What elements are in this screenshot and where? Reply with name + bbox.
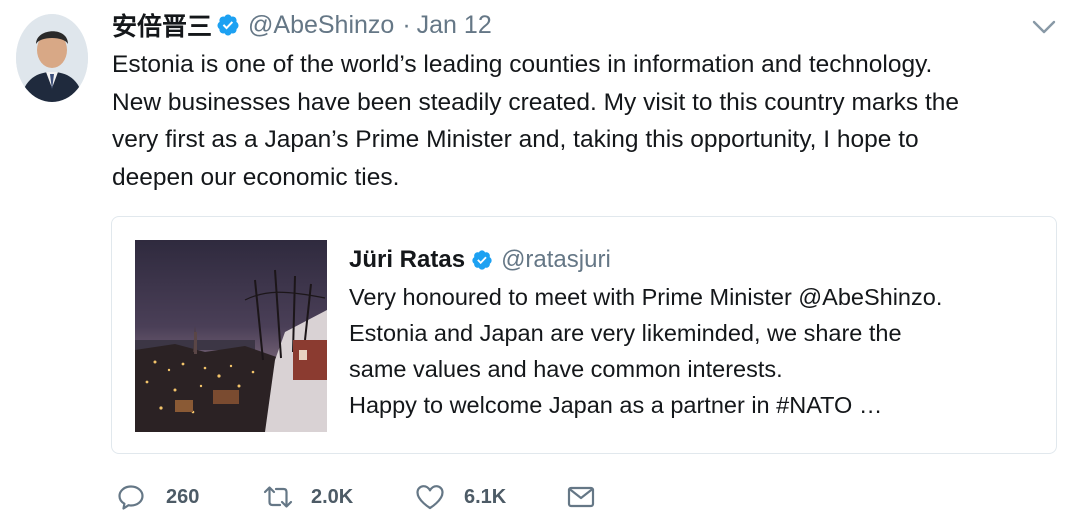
verified-badge-icon — [472, 250, 492, 270]
quoted-tweet-header: Jüri Ratas @ratasjuri — [349, 243, 611, 277]
avatar-image — [16, 14, 88, 102]
night-city-photo — [135, 240, 327, 432]
tweet-text-line: Estonia is one of the world’s leading co… — [112, 51, 933, 78]
like-count: 6.1K — [464, 485, 507, 508]
quoted-tweet[interactable]: Jüri Ratas @ratasjuri Very honoured to m… — [111, 216, 1057, 454]
retweet-button[interactable]: 2.0K — [261, 482, 353, 512]
quoted-author-name[interactable]: Jüri Ratas — [349, 246, 465, 274]
retweet-count: 2.0K — [311, 485, 354, 508]
chevron-down-icon — [1032, 20, 1056, 34]
reply-icon — [118, 485, 144, 510]
quoted-tweet-image — [135, 240, 327, 432]
tweet-text-line: New businesses have been steadily create… — [112, 88, 959, 116]
direct-message-button[interactable] — [566, 482, 596, 512]
envelope-icon — [567, 486, 595, 508]
reply-count: 260 — [166, 485, 200, 508]
heart-icon — [416, 485, 444, 510]
quoted-text-line: Estonia and Japan are very likeminded, w… — [349, 320, 902, 346]
quoted-author-handle[interactable]: @ratasjuri — [501, 246, 611, 274]
tweet-text-line: very first as a Japan’s Prime Minister a… — [112, 126, 919, 153]
author-name[interactable]: 安倍晋三 — [112, 7, 212, 43]
retweet-icon — [263, 486, 293, 508]
tweet-header: 安倍晋三 @AbeShinzo · Jan 12 — [112, 8, 492, 42]
verified-badge-icon — [217, 14, 239, 36]
tweet-text: Estonia is one of the world’s leading co… — [112, 46, 1052, 196]
separator-dot: · — [402, 10, 411, 39]
quoted-text-line: Very honoured to meet with Prime Ministe… — [349, 284, 943, 310]
reply-button[interactable]: 260 — [116, 482, 199, 512]
more-options-button[interactable] — [1030, 16, 1058, 38]
quoted-tweet-text: Very honoured to meet with Prime Ministe… — [349, 279, 1039, 423]
author-avatar[interactable] — [16, 14, 88, 102]
like-button[interactable]: 6.1K — [414, 482, 506, 512]
quoted-text-line: Happy to welcome Japan as a partner in #… — [349, 392, 883, 418]
tweet-text-line: deepen our economic ties. — [112, 163, 400, 191]
author-handle[interactable]: @AbeShinzo — [248, 11, 394, 40]
quoted-text-line: same values and have common interests. — [349, 356, 783, 382]
tweet-date[interactable]: Jan 12 — [417, 11, 492, 40]
